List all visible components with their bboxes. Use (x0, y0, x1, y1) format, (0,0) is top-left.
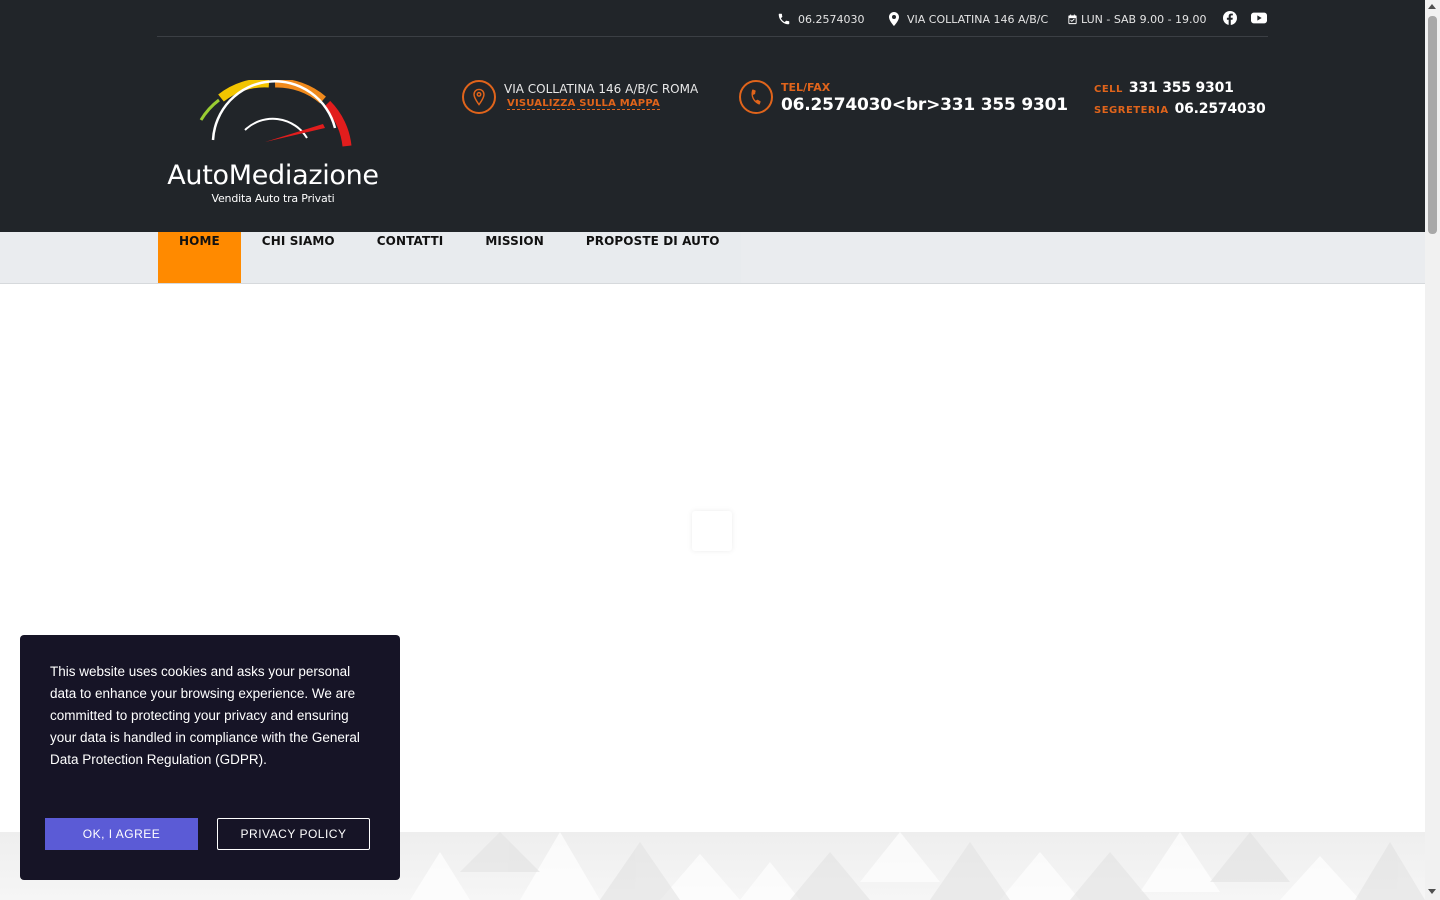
scroll-down-arrow-icon[interactable] (1428, 889, 1436, 894)
topbar-phone-text: 06.2574030 (798, 12, 865, 26)
topbar-hours-text: LUN - SAB 9.00 - 19.00 (1081, 12, 1207, 26)
secretary-row: SEGRETERIA 06.2574030 (1094, 101, 1266, 117)
site-header: 06.2574030 VIA COLLATINA 146 A/B/C LUN -… (0, 0, 1425, 232)
secretary-value[interactable]: 06.2574030 (1175, 101, 1266, 117)
facebook-icon (1223, 11, 1237, 25)
privacy-policy-button[interactable]: PRIVACY POLICY (217, 818, 370, 850)
site-logo[interactable]: AutoMediazione Vendita Auto tra Privati (157, 80, 389, 210)
main-nav: HOME CHI SIAMO CONTATTI MISSION PROPOSTE… (158, 232, 741, 283)
cell-label: CELL (1094, 84, 1123, 95)
scroll-up-arrow-icon[interactable] (1428, 4, 1436, 9)
nav-contatti-label: CONTATTI (376, 234, 444, 248)
phone-icon (751, 89, 761, 105)
youtube-icon (1251, 12, 1267, 24)
scrollbar-thumb[interactable] (1428, 16, 1437, 234)
logo-tagline: Vendita Auto tra Privati (211, 192, 335, 205)
topbar-hours: LUN - SAB 9.00 - 19.00 (1067, 11, 1207, 27)
phone-icon (778, 13, 790, 25)
nav-chi-siamo[interactable]: CHI SIAMO (241, 232, 356, 283)
nav-home-label: HOME (179, 234, 220, 248)
cookie-consent-text: This website uses cookies and asks your … (50, 664, 360, 767)
header-address-text: VIA COLLATINA 146 A/B/C ROMA (504, 82, 699, 96)
map-pin-icon (473, 88, 485, 106)
nav-mission[interactable]: MISSION (464, 232, 565, 283)
cell-value[interactable]: 331 355 9301 (1129, 80, 1234, 96)
nav-home[interactable]: HOME (158, 232, 241, 283)
youtube-link[interactable] (1251, 10, 1267, 26)
map-pin-icon (889, 12, 899, 26)
tel-fax-label: TEL/FAX (781, 81, 831, 94)
nav-mission-label: MISSION (485, 234, 544, 248)
cookie-agree-button[interactable]: OK, I AGREE (45, 818, 198, 850)
nav-proposte-di-auto[interactable]: PROPOSTE DI AUTO (565, 232, 741, 283)
speedometer-logo-icon (199, 80, 352, 147)
cookie-consent-banner: This website uses cookies and asks your … (20, 635, 400, 880)
header-tel-icon (739, 80, 773, 114)
vertical-scrollbar[interactable] (1425, 0, 1440, 900)
top-bar: 06.2574030 VIA COLLATINA 146 A/B/C LUN -… (157, 0, 1268, 37)
logo-name: AutoMediazione (167, 160, 379, 191)
tel-fax-value[interactable]: 06.2574030<br>331 355 9301 (781, 95, 1068, 115)
nav-contatti[interactable]: CONTATTI (356, 232, 465, 283)
page: 06.2574030 VIA COLLATINA 146 A/B/C LUN -… (0, 0, 1425, 900)
nav-proposte-label: PROPOSTE DI AUTO (585, 234, 720, 248)
header-address-icon (462, 80, 496, 114)
nav-chi-siamo-label: CHI SIAMO (261, 234, 335, 248)
cell-row: CELL 331 355 9301 (1094, 80, 1234, 96)
loading-spinner (692, 511, 732, 551)
topbar-phone[interactable]: 06.2574030 (777, 11, 864, 27)
topbar-address-text: VIA COLLATINA 146 A/B/C (907, 12, 1049, 26)
view-map-link[interactable]: VISUALIZZA SULLA MAPPA (507, 98, 660, 110)
calendar-icon (1068, 13, 1077, 24)
main-navbar: HOME CHI SIAMO CONTATTI MISSION PROPOSTE… (0, 232, 1425, 284)
topbar-address[interactable]: VIA COLLATINA 146 A/B/C (888, 11, 1048, 27)
secretary-label: SEGRETERIA (1094, 105, 1169, 116)
facebook-link[interactable] (1223, 10, 1239, 26)
